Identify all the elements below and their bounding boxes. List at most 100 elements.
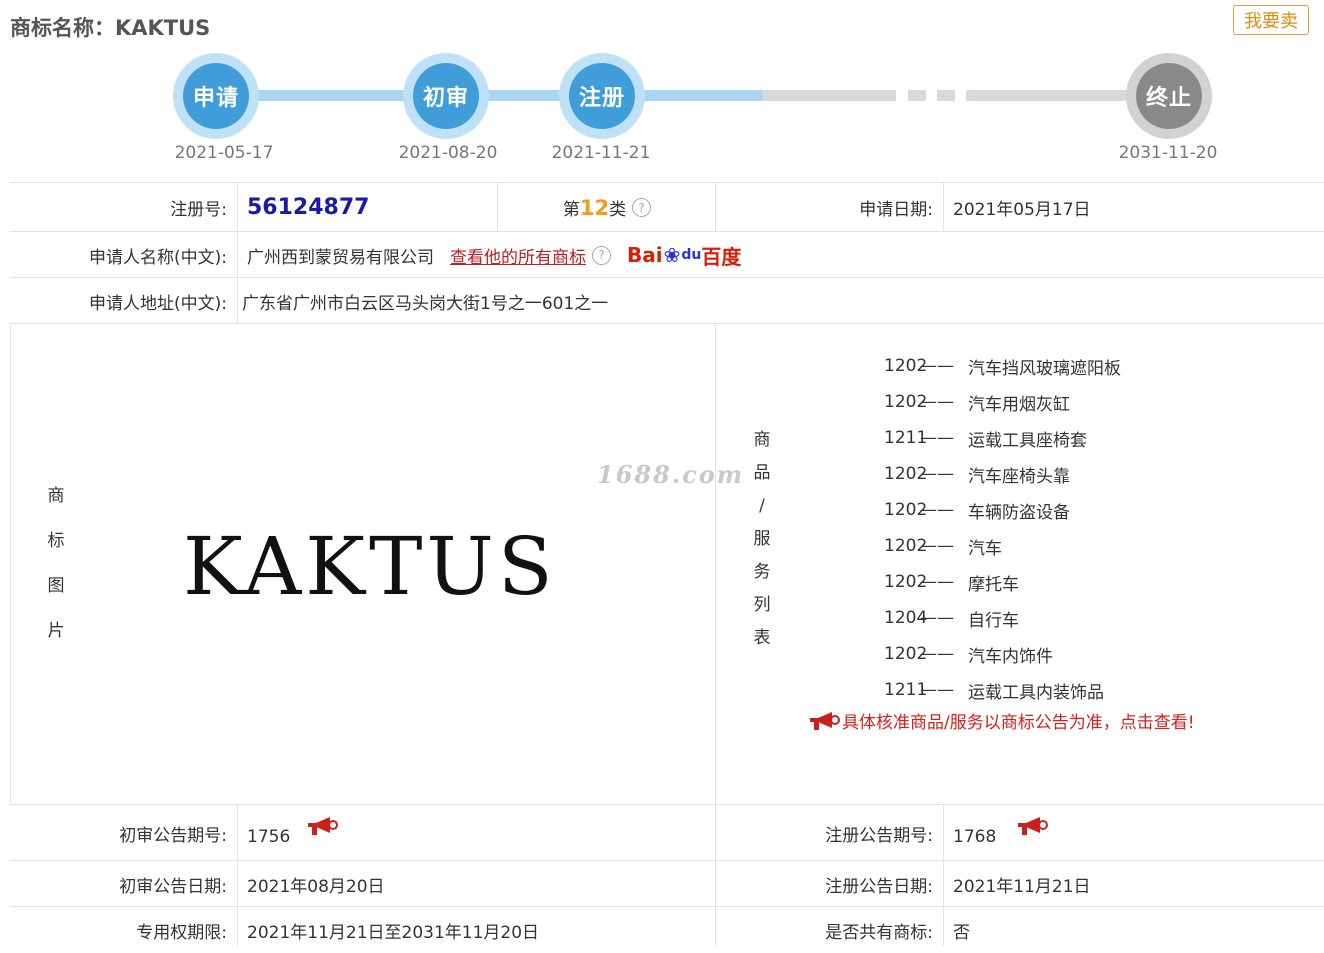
timeline-step-register: 注册 <box>559 53 645 139</box>
list-item: 1211 —— 运载工具内装饰品 <box>884 672 1121 708</box>
goods-dash: —— <box>920 464 954 484</box>
timeline-step-prelim: 初审 <box>403 53 489 139</box>
label-char: 服 <box>753 529 771 549</box>
reg-pub-date-value: 2021年11月21日 <box>953 876 1091 897</box>
goods-dash: —— <box>920 428 954 448</box>
term-value: 2021年11月21日至2031年11月20日 <box>247 922 540 943</box>
step-date: 2021-08-20 <box>398 143 498 163</box>
class-suffix: 类 <box>609 200 627 220</box>
address-value: 广东省广州市白云区马头岗大街1号之一601之一 <box>242 293 609 314</box>
goods-name: 汽车 <box>968 538 1002 559</box>
prelim-no-label: 初审公告期号: <box>10 805 237 861</box>
prelim-no-value: 1756 <box>247 805 715 861</box>
step-label: 终止 <box>1136 63 1202 129</box>
goods-code: 1202 <box>884 500 928 520</box>
watermark: 1688.com <box>597 460 745 489</box>
baidu-search-button[interactable]: Bai ❀ du 百度 <box>627 241 741 270</box>
goods-code: 1202 <box>884 464 928 484</box>
reg-no: 56124877 <box>247 195 370 220</box>
applicant-label: 申请人名称(中文): <box>10 232 237 278</box>
baidu-logo-left: Bai <box>627 243 663 267</box>
timeline-dash <box>937 90 955 101</box>
applicant-value: 广州西到蒙贸易有限公司 查看他的所有商标 ? Bai ❀ du 百度 <box>247 232 1317 278</box>
table-row: 初审公告期号: 1756 注册公告期号: 1768 <box>10 804 1324 861</box>
list-item: 1202 —— 汽车挡风玻璃遮阳板 <box>884 348 1121 384</box>
reg-no-label: 注册号: <box>10 183 237 232</box>
prelim-date-label: 初审公告日期: <box>10 861 237 907</box>
list-item: 1202 —— 汽车用烟灰缸 <box>884 384 1121 420</box>
label-char: 商 <box>47 486 65 506</box>
list-item: 1202 —— 汽车内饰件 <box>884 636 1121 672</box>
goods-dash: —— <box>920 608 954 628</box>
prelim-date-value: 2021年08月20日 <box>247 876 385 897</box>
goods-code: 1204 <box>884 608 928 628</box>
label-char: 品 <box>753 463 771 483</box>
apply-date-value: 2021年05月17日 <box>953 200 1091 220</box>
goods-dash: —— <box>920 680 954 700</box>
reg-pub-no: 1768 <box>953 827 997 847</box>
goods-dash: —— <box>920 500 954 520</box>
step-label: 注册 <box>569 63 635 129</box>
goods-name: 运载工具座椅套 <box>968 430 1087 451</box>
notice-text: 具体核准商品/服务以商标公告为准，点击查看! <box>842 713 1195 733</box>
announcement-notice-link[interactable]: 具体核准商品/服务以商标公告为准，点击查看! <box>808 708 1195 733</box>
all-marks-link[interactable]: 查看他的所有商标 <box>450 243 586 268</box>
label-char: 片 <box>47 621 65 641</box>
megaphone-icon[interactable] <box>306 815 339 837</box>
table-row: 注册号: 56124877 第 12 类? 申请日期: 2021年05月17日 <box>10 182 1324 232</box>
shared-label: 是否共有商标: <box>716 907 943 953</box>
applicant-name: 广州西到蒙贸易有限公司 <box>247 247 434 268</box>
step-label: 申请 <box>183 63 249 129</box>
label-char: 表 <box>753 628 771 648</box>
goods-code: 1202 <box>884 644 928 664</box>
label-char: / <box>759 496 765 516</box>
sell-button[interactable]: 我要卖 <box>1233 5 1309 35</box>
timeline-step-terminate: 终止 <box>1126 53 1212 139</box>
goods-dash: —— <box>920 536 954 556</box>
address-label: 申请人地址(中文): <box>10 278 237 324</box>
step-date: 2021-11-21 <box>551 143 651 163</box>
goods-dash: —— <box>920 644 954 664</box>
goods-code: 1202 <box>884 392 928 412</box>
reg-no-value: 56124877 <box>247 183 497 232</box>
goods-name: 运载工具内装饰品 <box>968 682 1104 703</box>
label-char: 商 <box>753 430 771 450</box>
goods-list: 1202 —— 汽车挡风玻璃遮阳板 1202 —— 汽车用烟灰缸 1211 —— 运载工具座… <box>884 348 1121 708</box>
timeline-dash <box>908 90 926 101</box>
goods-code: 1211 <box>884 680 928 700</box>
class-number[interactable]: 12 <box>580 196 609 220</box>
class-prefix: 第 <box>562 200 580 220</box>
help-icon[interactable]: ? <box>592 245 611 265</box>
timeline-remaining-bar <box>762 90 896 101</box>
megaphone-icon[interactable] <box>1016 815 1049 837</box>
timeline-step-apply: 申请 <box>173 53 259 139</box>
goods-name: 汽车用烟灰缸 <box>968 394 1070 415</box>
step-date: 2021-05-17 <box>174 143 274 163</box>
baidu-paw-icon: ❀ <box>663 243 681 267</box>
goods-code: 1202 <box>884 356 928 376</box>
goods-name: 摩托车 <box>968 574 1019 595</box>
table-row: 申请人地址(中文): 广东省广州市白云区马头岗大街1号之一601之一 <box>10 277 1324 324</box>
list-item: 1204 —— 自行车 <box>884 600 1121 636</box>
label-char: 务 <box>753 562 771 582</box>
shared-value: 否 <box>953 922 970 943</box>
goods-name: 车辆防盗设备 <box>968 502 1070 523</box>
goods-code: 1202 <box>884 536 928 556</box>
megaphone-icon <box>810 711 840 730</box>
label-char: 标 <box>47 531 65 551</box>
class-cell: 第 12 类? <box>498 183 716 232</box>
reg-pub-no-label: 注册公告期号: <box>716 805 943 861</box>
reg-pub-date-label: 注册公告日期: <box>716 861 943 907</box>
term-label: 专用权期限: <box>10 907 237 953</box>
goods-dash: —— <box>920 392 954 412</box>
goods-code: 1211 <box>884 428 928 448</box>
table-row: 初审公告日期: 2021年08月20日 注册公告日期: 2021年11月21日 <box>10 860 1324 907</box>
goods-name: 汽车内饰件 <box>968 646 1053 667</box>
list-item: 1211 —— 运载工具座椅套 <box>884 420 1121 456</box>
step-date: 2031-11-20 <box>1118 143 1218 163</box>
list-item: 1202 —— 汽车 <box>884 528 1121 564</box>
table-row: 申请人名称(中文): 广州西到蒙贸易有限公司 查看他的所有商标 ? Bai ❀ du… <box>10 231 1324 278</box>
help-icon[interactable]: ? <box>632 198 652 217</box>
goods-code: 1202 <box>884 572 928 592</box>
list-item: 1202 —— 车辆防盗设备 <box>884 492 1121 528</box>
